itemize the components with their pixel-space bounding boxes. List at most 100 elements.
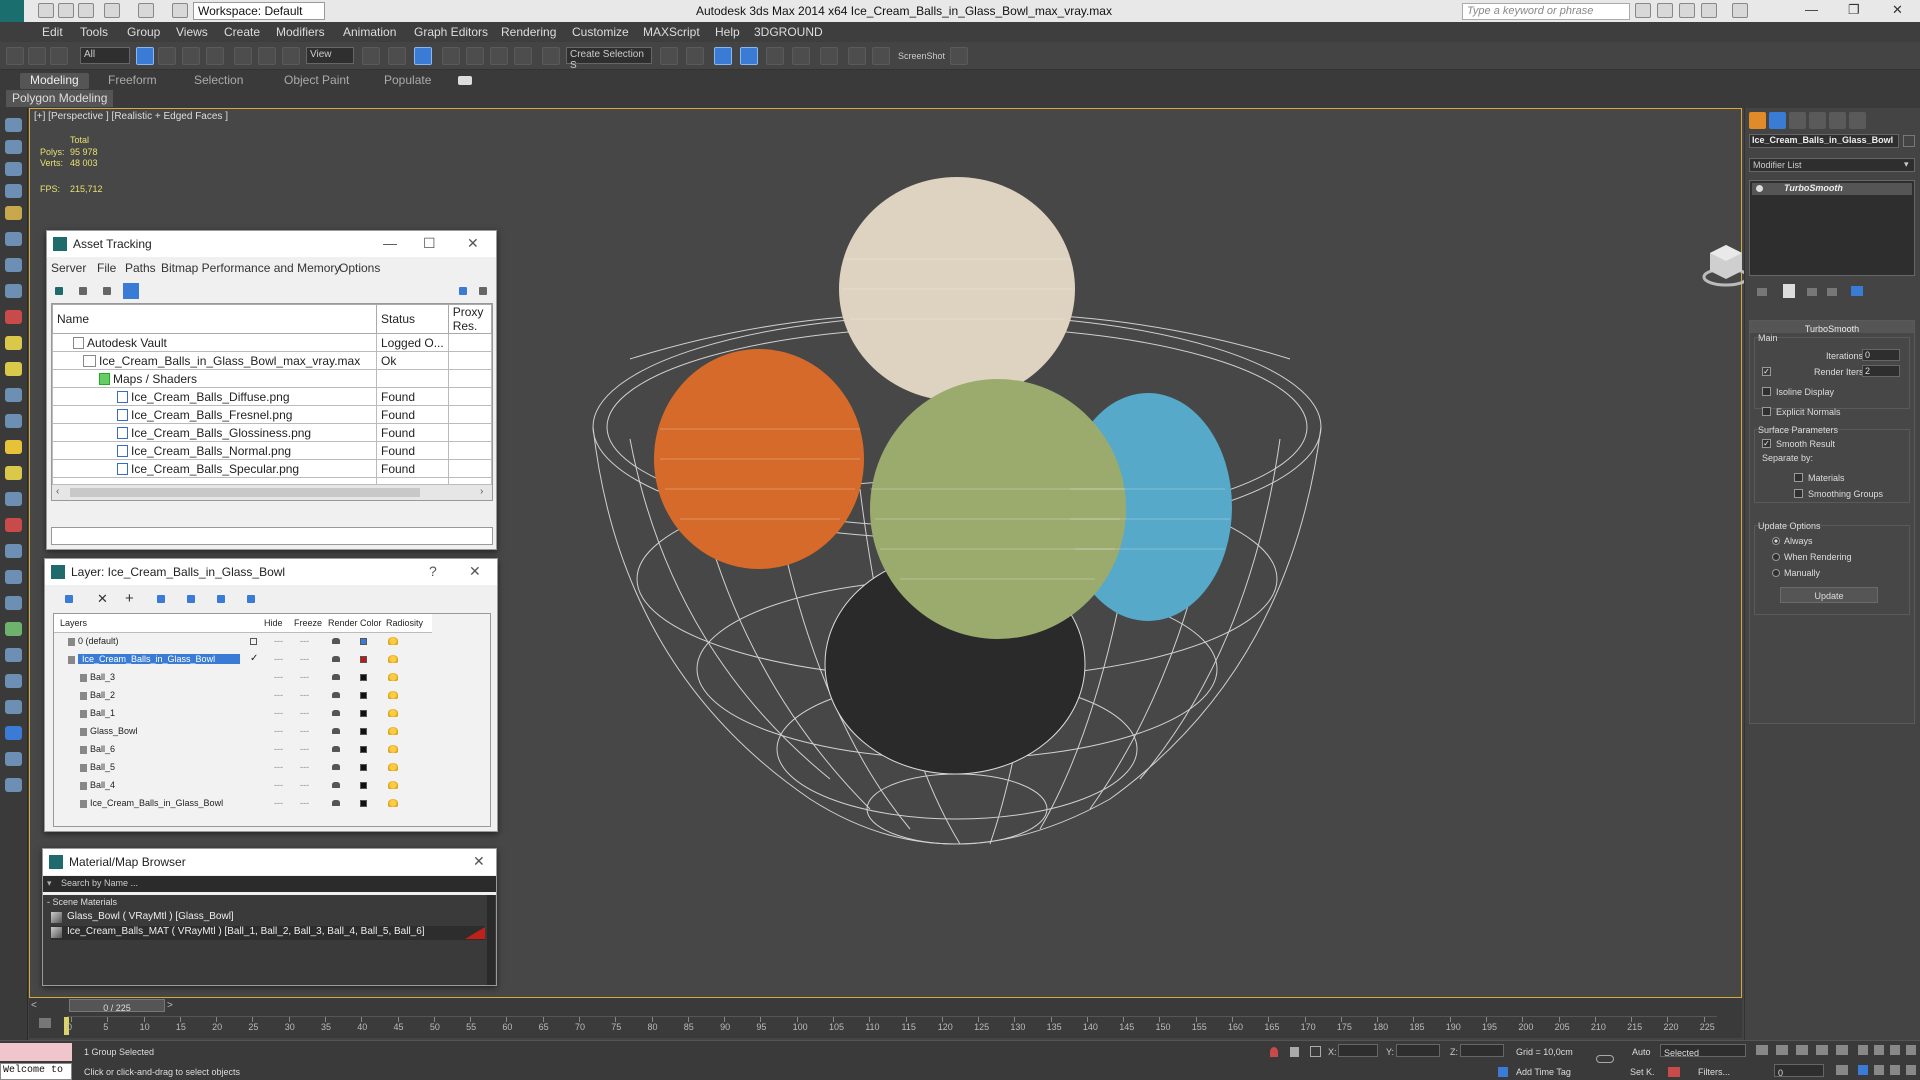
asset-path-field[interactable]	[51, 527, 493, 545]
stack-item-turbosmooth[interactable]: TurboSmooth	[1752, 183, 1912, 195]
layer-name[interactable]: Ice_Cream_Balls_in_Glass_Bowl	[90, 798, 223, 808]
create-layer-icon[interactable]	[65, 595, 73, 603]
freeze-toggle[interactable]: ---	[300, 708, 309, 718]
open-file-icon[interactable]	[58, 3, 74, 18]
layer-color-swatch[interactable]	[360, 799, 367, 807]
menu-maxscript[interactable]: MAXScript	[643, 25, 700, 39]
time-slider[interactable]: 0 / 225	[69, 999, 165, 1013]
freeze-toggle[interactable]: ---	[300, 798, 309, 808]
rollout-header[interactable]: TurboSmooth	[1750, 321, 1914, 334]
hide-toggle[interactable]: ---	[274, 798, 283, 808]
help-icon[interactable]	[1732, 3, 1748, 18]
freeze-toggle[interactable]: ---	[300, 762, 309, 772]
space-warp-icon[interactable]	[5, 570, 22, 584]
material-item[interactable]: Glass_Bowl ( VRayMtl ) [Glass_Bowl]	[51, 911, 485, 925]
create-geometry-icon[interactable]	[5, 140, 22, 154]
object-color-swatch[interactable]	[1903, 135, 1915, 147]
render-setup-icon[interactable]	[848, 47, 866, 65]
hide-toggle[interactable]: ---	[274, 672, 283, 682]
prev-frame-icon[interactable]: <	[31, 1000, 37, 1011]
table-row[interactable]: Ice_Cream_Balls_Specular.png Found	[52, 459, 492, 478]
radiosity-bulb-icon[interactable]	[388, 708, 398, 717]
grow-icon[interactable]	[5, 622, 22, 636]
prev-key-icon[interactable]	[1776, 1045, 1788, 1055]
viewport-tool-icon[interactable]	[5, 118, 22, 132]
set-key-icon[interactable]	[1596, 1055, 1614, 1063]
freeze-toggle[interactable]: ---	[300, 672, 309, 682]
undo-icon[interactable]	[104, 3, 120, 18]
torus-icon[interactable]	[5, 466, 22, 480]
favorites-star-icon[interactable]	[1701, 3, 1717, 18]
freeze-toggle[interactable]: ---	[300, 726, 309, 736]
keyboard-shortcut-toggle-icon[interactable]	[414, 47, 432, 65]
communication-icon[interactable]	[1679, 3, 1695, 18]
create-tab-icon[interactable]	[1749, 112, 1766, 129]
close-icon[interactable]: ✕	[469, 563, 481, 580]
minimize-icon[interactable]: —	[1805, 2, 1818, 17]
lock-selection-icon[interactable]	[1290, 1047, 1299, 1057]
search-arrow-icon[interactable]: ▾	[47, 878, 52, 889]
search-input[interactable]: Type a keyword or phrase	[1462, 3, 1630, 20]
ribbon-options-icon[interactable]	[458, 76, 472, 85]
auto-key-button[interactable]: Auto	[1632, 1047, 1651, 1057]
table-row[interactable]: Ice_Cream_Balls_Diffuse.png Found	[52, 387, 492, 406]
delete-layer-icon[interactable]: ✕	[97, 591, 108, 607]
render-teapot-icon[interactable]	[332, 763, 340, 770]
pin-icon[interactable]	[479, 287, 487, 295]
bind-space-warp-icon[interactable]	[50, 47, 68, 65]
sun-icon[interactable]	[5, 440, 22, 454]
layer-row[interactable]: Ice_Cream_Balls_in_Glass_Bowl --- ---	[54, 795, 432, 813]
layer-color-swatch[interactable]	[360, 727, 367, 735]
select-object-icon[interactable]	[136, 47, 154, 65]
reference-coord-dropdown[interactable]: View	[306, 47, 354, 64]
always-radio[interactable]	[1772, 537, 1780, 545]
update-button[interactable]: Update	[1780, 587, 1878, 603]
render-teapot-icon[interactable]	[332, 745, 340, 752]
motion-tab-icon[interactable]	[1809, 112, 1826, 129]
wrench-icon[interactable]	[5, 648, 22, 662]
script-icon[interactable]	[5, 700, 22, 714]
layer-name[interactable]: Ball_6	[90, 744, 115, 754]
fov-icon[interactable]	[1858, 1065, 1868, 1075]
scene-materials-header[interactable]: - Scene Materials	[47, 897, 117, 907]
materials-checkbox[interactable]	[1794, 473, 1803, 482]
freeze-toggle[interactable]: ---	[300, 780, 309, 790]
add-to-layer-icon[interactable]: +	[125, 590, 134, 607]
frame-number-field[interactable]: 0	[1774, 1064, 1824, 1078]
next-frame-icon[interactable]: >	[167, 1000, 173, 1011]
freeze-toggle[interactable]: ---	[300, 690, 309, 700]
table-row[interactable]: Ice_Cream_Balls_Normal.png Found	[52, 441, 492, 460]
explicit-normals-checkbox[interactable]	[1762, 407, 1771, 416]
layer-color-swatch[interactable]	[360, 763, 367, 771]
hierarchy-tab-icon[interactable]	[1789, 112, 1806, 129]
zoom-all-icon[interactable]	[1874, 1045, 1884, 1055]
freeze-toggle[interactable]: ---	[300, 744, 309, 754]
schematic-view-icon[interactable]	[792, 47, 810, 65]
object-name-field[interactable]: Ice_Cream_Balls_in_Glass_Bowl	[1749, 134, 1899, 148]
hide-toggle[interactable]: ---	[274, 654, 283, 664]
layer-color-swatch[interactable]	[360, 709, 367, 717]
search-icon[interactable]	[1635, 3, 1651, 18]
modify-tab-icon[interactable]	[1769, 112, 1786, 129]
info-icon[interactable]	[5, 778, 22, 792]
modify-panel-icon[interactable]	[5, 162, 22, 176]
col-color[interactable]: Color	[360, 614, 386, 633]
make-unique-icon[interactable]	[1807, 288, 1817, 296]
screenshot-camera-icon[interactable]	[950, 47, 968, 65]
render-iters-checkbox[interactable]: ✓	[1762, 367, 1771, 376]
material-list-scrollbar[interactable]	[487, 895, 495, 985]
time-config-icon[interactable]	[1836, 1065, 1848, 1075]
zoom-icon[interactable]	[1858, 1045, 1868, 1055]
menu-animation[interactable]: Animation	[343, 25, 396, 39]
hide-toggle[interactable]: ---	[274, 780, 283, 790]
layer-name[interactable]: Ice_Cream_Balls_in_Glass_Bowl	[78, 653, 240, 664]
new-file-icon[interactable]	[38, 3, 54, 18]
angle-snap-icon[interactable]	[466, 47, 484, 65]
helper-icon[interactable]	[5, 544, 22, 558]
tab-object-paint[interactable]: Object Paint	[274, 73, 359, 89]
layer-name[interactable]: Ball_4	[90, 780, 115, 790]
link-icon[interactable]	[6, 47, 24, 65]
close-icon[interactable]: ✕	[467, 235, 479, 252]
table-row[interactable]: Autodesk Vault Logged O...	[52, 333, 492, 352]
table-view-icon[interactable]	[103, 287, 111, 295]
